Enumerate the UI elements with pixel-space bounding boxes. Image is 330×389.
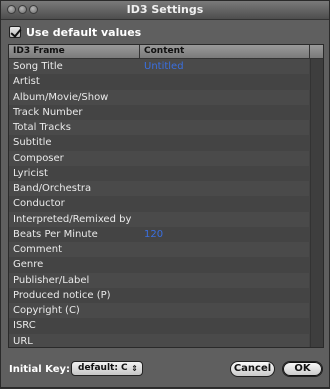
id3-frame-name: URL [13,335,33,347]
table-row[interactable]: Track Number [9,104,309,120]
id3-frame-name: Comment [13,244,62,255]
id3-frame-name: Lyricist [13,167,48,179]
id3-frame-name: Beats Per Minute [13,228,98,240]
table-row[interactable]: Composer [9,150,309,166]
table-row[interactable]: Beats Per Minute 120 [9,226,309,242]
initial-key-value: default: C [78,363,128,373]
id3-frame-name: Band/Orchestra [13,183,92,194]
table-row[interactable]: Publisher/Label [9,272,309,288]
id3-frame-table: ID3 Frame Content Song Title Untitled Arti… [8,44,324,348]
id3-frame-name: Album/Movie/Show [13,91,109,103]
table-row[interactable]: Album/Movie/Show [9,89,309,105]
id3-frame-content[interactable]: 120 [144,227,163,242]
initial-key-select[interactable]: default: C ⇕ [71,361,143,376]
column-header-content[interactable]: Content [144,46,184,56]
id3-frame-name: Track Number [13,106,83,118]
table-row[interactable]: Total Tracks [9,120,309,136]
id3-frame-name: ISRC [13,320,36,332]
id3-frame-name: Song Title [13,61,63,72]
id3-frame-name: Composer [13,152,64,164]
window-title: ID3 Settings [126,3,204,16]
column-header-frame[interactable]: ID3 Frame [13,46,65,56]
table-row[interactable]: Genre [9,257,309,273]
id3-frame-name: Publisher/Label [13,274,90,286]
table-rows: Song Title Untitled Artist Album/Movie/Show… [9,59,309,347]
table-row[interactable]: Copyright (C) [9,303,309,319]
table-row[interactable]: Comment [9,242,309,258]
id3-frame-name: Artist [13,76,40,88]
table-row[interactable]: Interpreted/Remixed by [9,211,309,227]
table-row[interactable]: ISRC [9,318,309,334]
cancel-button[interactable]: Cancel [230,361,275,377]
table-row[interactable]: Artist [9,74,309,90]
table-header: ID3 Frame Content [9,45,323,59]
id3-frame-name: Produced notice (P) [13,289,111,301]
id3-frame-name: Interpreted/Remixed by [13,213,132,225]
table-row[interactable]: Subtitle [9,135,309,151]
ok-button[interactable]: OK [282,361,323,377]
table-row[interactable]: Lyricist [9,165,309,181]
id3-frame-name: Total Tracks [13,122,71,133]
header-corner [309,45,323,58]
id3-frame-name: Genre [13,259,44,271]
vertical-scrollbar[interactable] [310,59,323,347]
use-default-values-checkbox[interactable] [9,26,21,38]
id3-frame-name: Subtitle [13,137,52,149]
id3-frame-name: Conductor [13,198,65,210]
id3-frame-name: Copyright (C) [13,305,80,316]
initial-key-label: Initial Key: [9,364,71,375]
title-bar: ID3 Settings [1,1,329,20]
table-row[interactable]: Produced notice (P) [9,287,309,303]
footer-bar: Initial Key: default: C ⇕ Cancel OK [1,353,329,389]
id3-settings-window: ID3 Settings Use default values ID3 Fram… [0,0,330,388]
id3-frame-content[interactable]: Untitled [144,59,184,74]
table-row[interactable]: Song Title Untitled [9,59,309,75]
table-row[interactable]: URL [9,333,309,347]
table-row[interactable]: Conductor [9,196,309,212]
use-default-values-label: Use default values [26,25,142,39]
use-default-values-option[interactable]: Use default values [9,25,141,39]
updown-arrows-icon: ⇕ [131,364,138,373]
table-row[interactable]: Band/Orchestra [9,181,309,197]
